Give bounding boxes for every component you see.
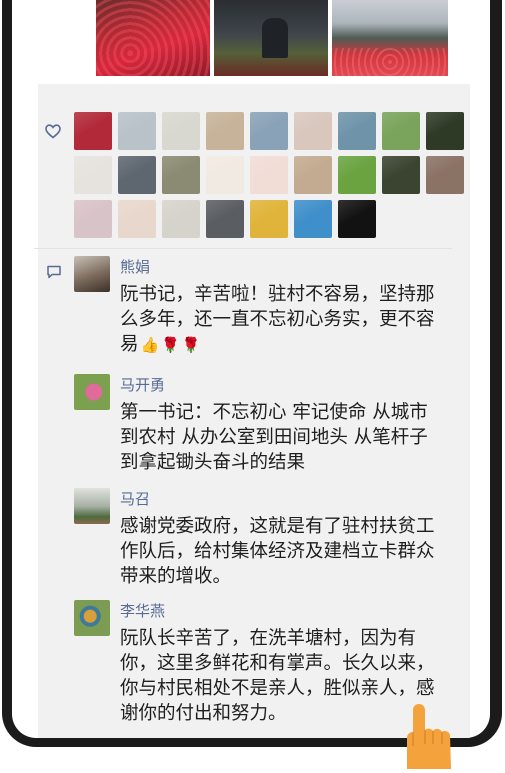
avatar-dancer[interactable] xyxy=(74,200,112,238)
avatar-baby-blue[interactable] xyxy=(250,112,288,150)
rose-icon: 🌹 xyxy=(181,336,201,354)
avatar-car[interactable] xyxy=(206,200,244,238)
avatar-party-badge[interactable] xyxy=(206,156,244,194)
avatar-group-photo[interactable] xyxy=(426,156,464,194)
rose-icon: 🌹 xyxy=(161,336,180,354)
greenhouse-people-photo[interactable] xyxy=(214,0,328,76)
comment-line: 么多年，还一直不忘初心务实，更不容 xyxy=(120,309,435,330)
avatar-dark-scenery[interactable] xyxy=(382,156,420,194)
avatar-red-flowers[interactable] xyxy=(74,112,112,150)
comment-line-text: 易 xyxy=(120,334,139,355)
avatar-man-dark[interactable] xyxy=(118,156,156,194)
comment-line: 阮队长辛苦了，在洗羊塘村，因为有 xyxy=(120,628,417,649)
avatar-blue-sky[interactable] xyxy=(294,200,332,238)
avatar-sketch-art[interactable] xyxy=(162,112,200,150)
avatar[interactable] xyxy=(74,256,110,292)
pointing-hand-icon xyxy=(385,700,465,769)
avatar[interactable] xyxy=(74,600,110,636)
avatar-man-portrait[interactable] xyxy=(118,112,156,150)
avatar-woman-white[interactable] xyxy=(74,156,112,194)
avatar-girl-white[interactable] xyxy=(162,200,200,238)
avatar[interactable] xyxy=(74,374,110,410)
comment-text: 阮书记，辛苦啦！驻村不容易，坚持那 么多年，还一直不忘初心务实，更不容 易 👍 🌹 🌹 xyxy=(120,282,460,357)
comment-author[interactable]: 马召 xyxy=(120,488,150,509)
avatar-child[interactable] xyxy=(206,112,244,150)
comment-bubble-icon xyxy=(46,264,62,279)
red-flower-field-photo[interactable] xyxy=(96,0,210,76)
comment-line: 第一书记：不忘初心 牢记使命 从城市 xyxy=(120,402,428,423)
likes-divider xyxy=(34,248,452,249)
comment-line: 到拿起锄头奋斗的结果 xyxy=(120,452,306,473)
avatar-bird-branch[interactable] xyxy=(382,112,420,150)
comment-line: 带来的增收。 xyxy=(120,566,232,587)
avatar-couple[interactable] xyxy=(294,112,332,150)
comment-text: 感谢党委政府，这就是有了驻村扶贫工 作队后，给村集体经济及建档立卡群众 带来的增… xyxy=(120,514,460,589)
avatar-dark-blank[interactable] xyxy=(338,200,376,238)
avatar-woman-portrait[interactable] xyxy=(118,200,156,238)
avatar-man-smile[interactable] xyxy=(294,156,332,194)
phone-frame: 熊娟 阮书记，辛苦啦！驻村不容易，坚持那 么多年，还一直不忘初心务实，更不容 易… xyxy=(0,0,505,769)
comment-line: 阮书记，辛苦啦！驻村不容易，坚持那 xyxy=(120,284,435,305)
comment-line: 感谢党委政府，这就是有了驻村扶贫工 xyxy=(120,516,435,537)
flower-nursery-photo[interactable] xyxy=(332,0,448,76)
avatar-person-field[interactable] xyxy=(162,156,200,194)
comment-line: 你，这里多鲜花和有掌声。长久以来， xyxy=(120,653,435,674)
comment-line: 易 👍 🌹 🌹 xyxy=(120,332,460,357)
comment-author[interactable]: 马开勇 xyxy=(120,374,165,395)
avatar[interactable] xyxy=(74,488,110,524)
comment-author[interactable]: 李华燕 xyxy=(120,600,165,621)
comment-line: 你与村民相处不是亲人，胜似亲人，感 xyxy=(120,678,435,699)
avatar-white-flower[interactable] xyxy=(426,112,464,150)
comment-author[interactable]: 熊娟 xyxy=(120,256,150,277)
post-photo-row xyxy=(96,0,448,76)
comment-line: 到农村 从办公室到田间地头 从笔杆子 xyxy=(120,427,428,448)
avatar-yellow-dog[interactable] xyxy=(250,200,288,238)
heart-outline-icon xyxy=(44,122,62,140)
avatar-green-plant[interactable] xyxy=(338,156,376,194)
avatar-lake-landscape[interactable] xyxy=(338,112,376,150)
comment-line: 作队后，给村集体经济及建档立卡群众 xyxy=(120,541,435,562)
avatar-family-poster[interactable] xyxy=(250,156,288,194)
thumbs-up-icon: 👍 xyxy=(140,336,160,354)
comment-text: 第一书记：不忘初心 牢记使命 从城市 到农村 从办公室到田间地头 从笔杆子 到拿… xyxy=(120,400,460,475)
